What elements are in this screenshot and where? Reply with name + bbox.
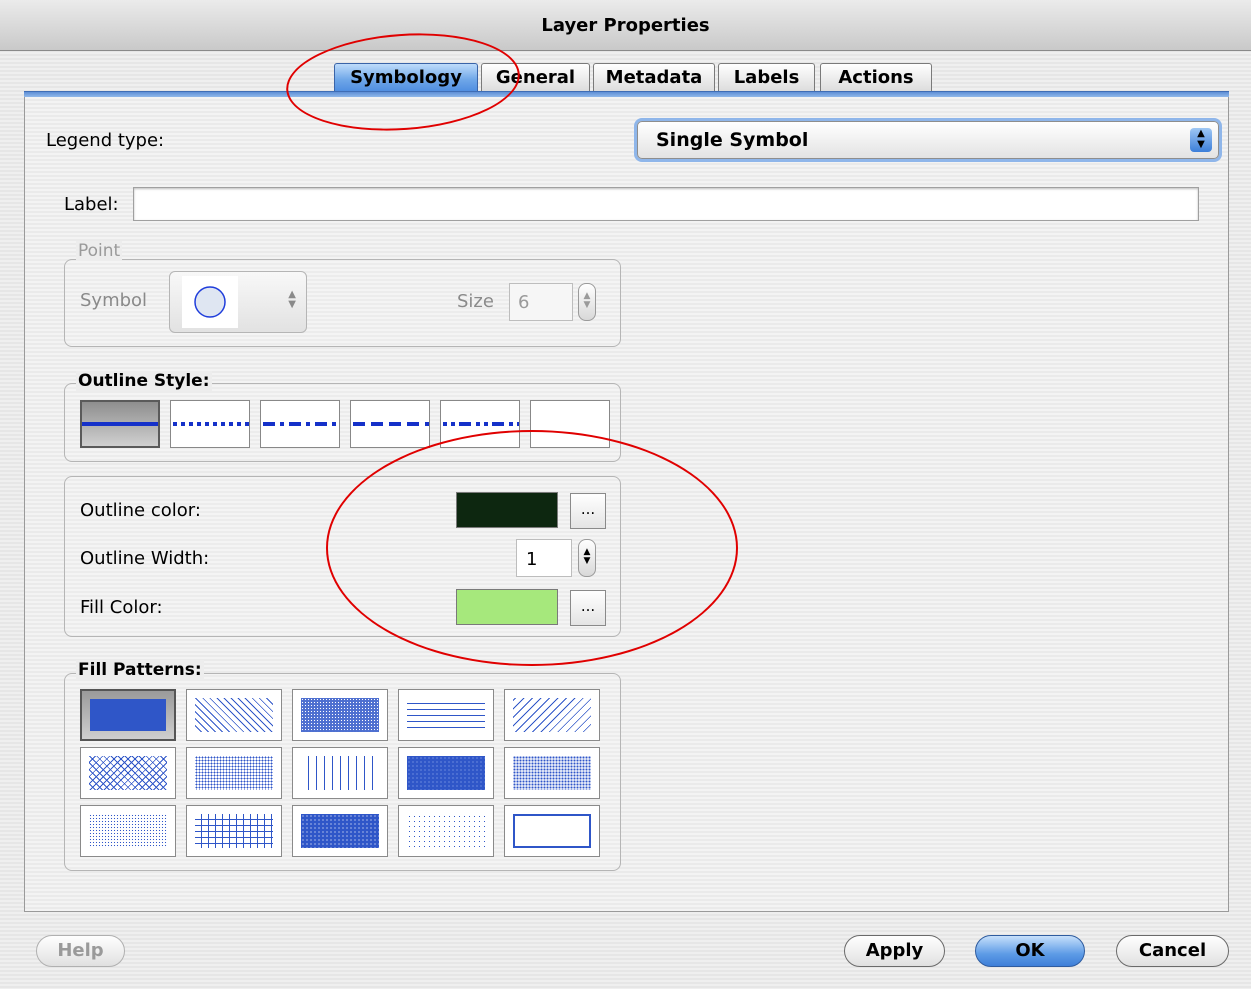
dotted-line-icon bbox=[173, 422, 249, 426]
fill-pattern-vertical[interactable] bbox=[292, 747, 388, 799]
fill-pattern-swatch bbox=[513, 814, 591, 848]
fill-pattern-swatch bbox=[89, 756, 167, 790]
label-input[interactable] bbox=[133, 187, 1199, 221]
fill-patterns-title: Fill Patterns: bbox=[76, 660, 204, 680]
fill-pattern-no-brush[interactable] bbox=[504, 805, 600, 857]
fill-pattern-f-diagonal[interactable] bbox=[504, 689, 600, 741]
size-input[interactable]: 6 bbox=[509, 283, 573, 321]
fill-color-label: Fill Color: bbox=[80, 597, 163, 618]
select-arrows-icon: ▲ ▼ bbox=[1190, 128, 1212, 152]
fill-pattern-horizontal[interactable] bbox=[398, 689, 494, 741]
fill-pattern-b-diagonal[interactable] bbox=[186, 689, 282, 741]
fill-pattern-solid[interactable] bbox=[80, 689, 176, 741]
fill-pattern-swatch bbox=[195, 698, 273, 732]
outline-style-title: Outline Style: bbox=[76, 371, 212, 391]
tab-metadata[interactable]: Metadata bbox=[593, 63, 715, 93]
symbol-label: Symbol bbox=[80, 290, 148, 311]
outline-style-dotted[interactable] bbox=[170, 400, 250, 448]
outline-style-solid[interactable] bbox=[80, 400, 160, 448]
legend-type-select[interactable]: Single Symbol ▲ ▼ bbox=[637, 121, 1219, 159]
fill-pattern-swatch bbox=[301, 698, 379, 732]
window-title: Layer Properties bbox=[541, 15, 710, 36]
legend-type-label: Legend type: bbox=[46, 130, 165, 151]
fill-pattern-swatch bbox=[90, 699, 166, 731]
outline-style-dashed[interactable] bbox=[350, 400, 430, 448]
apply-button[interactable]: Apply bbox=[844, 935, 945, 967]
help-button[interactable]: Help bbox=[36, 935, 125, 967]
ok-button[interactable]: OK bbox=[975, 935, 1085, 967]
cancel-button[interactable]: Cancel bbox=[1116, 935, 1229, 967]
outline-color-label: Outline color: bbox=[80, 500, 201, 521]
fill-pattern-dense-1[interactable] bbox=[292, 689, 388, 741]
fill-pattern-swatch bbox=[89, 814, 167, 848]
fill-pattern-swatch bbox=[513, 698, 591, 732]
tab-labels[interactable]: Labels bbox=[718, 63, 815, 93]
fill-pattern-swatch bbox=[301, 814, 379, 848]
size-stepper[interactable]: ▲ ▼ bbox=[578, 283, 596, 321]
fill-pattern-swatch bbox=[407, 814, 485, 848]
label-field-label: Label: bbox=[64, 194, 119, 215]
fill-pattern-swatch bbox=[407, 698, 485, 732]
fill-pattern-swatch bbox=[513, 756, 591, 790]
fill-pattern-dense-2[interactable] bbox=[398, 747, 494, 799]
dashed-line-icon bbox=[353, 422, 429, 426]
fill-pattern-dense-3b[interactable] bbox=[292, 805, 388, 857]
fill-pattern-swatch bbox=[195, 814, 273, 848]
fill-pattern-dense-6[interactable] bbox=[80, 805, 176, 857]
fill-pattern-cross-diagonal[interactable] bbox=[80, 747, 176, 799]
chevron-updown-icon: ▲ ▼ bbox=[288, 289, 296, 310]
fill-pattern-dense-7[interactable] bbox=[398, 805, 494, 857]
dash-dot-line-icon bbox=[263, 422, 339, 426]
outline-width-label: Outline Width: bbox=[80, 548, 210, 569]
circle-symbol-icon bbox=[194, 286, 226, 318]
symbol-select[interactable]: ▲ ▼ bbox=[169, 271, 307, 333]
fill-pattern-swatch bbox=[301, 756, 379, 790]
size-label: Size bbox=[457, 291, 494, 312]
fill-pattern-swatch bbox=[195, 756, 273, 790]
solid-line-icon bbox=[82, 422, 158, 426]
title-bar[interactable]: Layer Properties bbox=[0, 0, 1251, 51]
highlight-oval-colors bbox=[326, 430, 738, 666]
fill-pattern-cross[interactable] bbox=[186, 805, 282, 857]
fill-pattern-dense-4[interactable] bbox=[186, 747, 282, 799]
outline-style-dash-dot[interactable] bbox=[260, 400, 340, 448]
fill-pattern-swatch bbox=[407, 756, 485, 790]
symbol-preview bbox=[182, 276, 238, 328]
tab-actions[interactable]: Actions bbox=[820, 63, 932, 93]
point-group-title: Point bbox=[76, 241, 123, 261]
fill-pattern-dense-3[interactable] bbox=[504, 747, 600, 799]
legend-type-value: Single Symbol bbox=[656, 129, 809, 151]
